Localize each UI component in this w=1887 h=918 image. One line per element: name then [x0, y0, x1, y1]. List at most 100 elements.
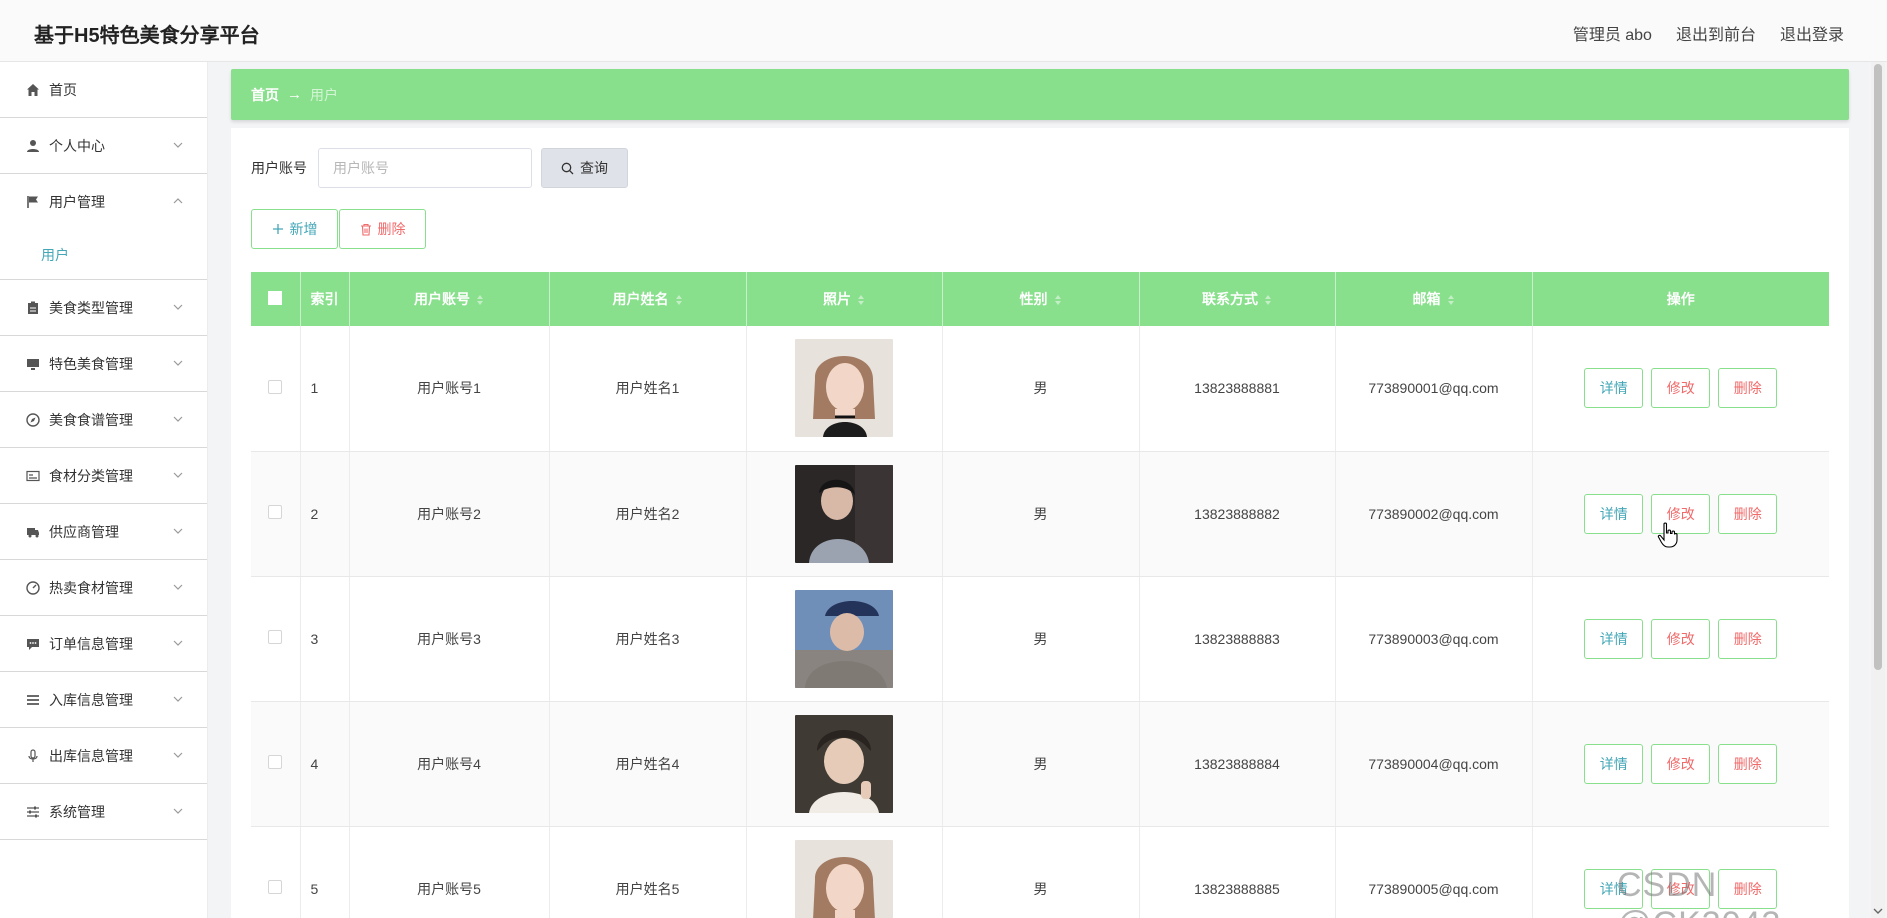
sidebar-item-label: 个人中心 [49, 137, 105, 154]
index-cell: 2 [300, 451, 350, 577]
search-icon [561, 162, 574, 174]
name-cell: 用户姓名2 [549, 451, 747, 577]
photo-cell [746, 451, 943, 577]
sidebar-item-supplier-management[interactable]: 供应商管理 [0, 504, 207, 560]
sort-icon[interactable] [857, 294, 865, 306]
chevron-down-icon [173, 416, 183, 422]
row-checkbox-cell[interactable] [251, 451, 301, 577]
sidebar-item-order-info-management[interactable]: 订单信息管理 [0, 616, 207, 672]
sidebar-item-label: 美食类型管理 [49, 299, 133, 316]
user-photo[interactable] [795, 339, 893, 438]
row-checkbox-cell[interactable] [251, 701, 301, 827]
detail-button[interactable]: 详情 [1584, 618, 1644, 659]
logout-link[interactable]: 退出登录 [1780, 21, 1844, 45]
user-photo[interactable] [795, 464, 893, 563]
sidebar-item-ingredient-category-management[interactable]: 食材分类管理 [0, 448, 207, 504]
main-content: 首页 → 用户 用户账号 查询 新增 删除 索引 用户账号 用户姓名 [231, 62, 1849, 918]
column-header[interactable]: 联系方式 [1139, 272, 1336, 326]
column-header[interactable]: 性别 [942, 272, 1140, 326]
add-button-label: 新增 [289, 221, 318, 237]
sidebar-item-inbound-info-management[interactable]: 入库信息管理 [0, 672, 207, 728]
row-checkbox[interactable] [268, 880, 283, 894]
edit-button[interactable]: 修改 [1651, 493, 1711, 534]
sort-icon[interactable] [476, 294, 484, 306]
delete-button[interactable]: 删除 [1718, 868, 1778, 909]
sidebar-item-user-management[interactable]: 用户管理 [0, 174, 207, 230]
breadcrumb-current: 用户 [310, 86, 338, 103]
sidebar-item-food-type-management[interactable]: 美食类型管理 [0, 280, 207, 336]
bulk-delete-button-label: 删除 [377, 221, 406, 237]
email-cell: 773890005@qq.com [1335, 826, 1533, 918]
sort-icon[interactable] [1264, 294, 1272, 306]
sort-icon[interactable] [675, 294, 683, 306]
row-checkbox[interactable] [268, 755, 283, 769]
gender-cell: 男 [942, 826, 1140, 918]
delete-button[interactable]: 删除 [1718, 618, 1778, 659]
search-input[interactable] [318, 148, 532, 188]
page-scrollbar[interactable] [1871, 62, 1885, 918]
table-row: 3 用户账号3 用户姓名3 男 13823888883 773890003@qq… [251, 576, 1829, 702]
chat-icon [25, 636, 41, 652]
row-checkbox-cell[interactable] [251, 326, 301, 452]
chevron-down-icon [173, 696, 183, 702]
monitor-icon [25, 356, 41, 372]
name-cell: 用户姓名1 [549, 326, 747, 452]
detail-button[interactable]: 详情 [1584, 368, 1644, 409]
user-icon [25, 138, 41, 154]
sidebar-item-hot-ingredient-management[interactable]: 热卖食材管理 [0, 560, 207, 616]
account-cell: 用户账号3 [349, 576, 550, 702]
trash-icon [360, 223, 371, 236]
breadcrumb-home[interactable]: 首页 [251, 85, 279, 105]
edit-button[interactable]: 修改 [1651, 618, 1711, 659]
column-header[interactable]: 用户姓名 [549, 272, 747, 326]
sort-icon[interactable] [1054, 294, 1062, 306]
scroll-down-arrow-icon[interactable] [1873, 906, 1883, 916]
user-photo[interactable] [795, 839, 893, 918]
column-header[interactable]: 用户账号 [349, 272, 550, 326]
add-button[interactable]: 新增 [251, 209, 338, 249]
row-checkbox[interactable] [268, 379, 283, 394]
sidebar-item-personal-center[interactable]: 个人中心 [0, 118, 207, 174]
actions-cell: 详情 修改 删除 [1532, 701, 1829, 827]
scrollbar-thumb[interactable] [1874, 64, 1882, 670]
admin-user-label[interactable]: 管理员 abo [1573, 21, 1652, 45]
edit-button[interactable]: 修改 [1651, 868, 1711, 909]
sidebar-item-home[interactable]: 首页 [0, 62, 207, 118]
select-all-header[interactable] [251, 272, 301, 326]
column-header[interactable]: 邮箱 [1335, 272, 1533, 326]
user-photo[interactable] [795, 589, 893, 688]
delete-button[interactable]: 删除 [1718, 493, 1778, 534]
row-checkbox[interactable] [268, 505, 283, 519]
detail-button[interactable]: 详情 [1584, 493, 1644, 534]
detail-button[interactable]: 详情 [1584, 868, 1644, 909]
name-cell: 用户姓名3 [549, 576, 747, 702]
gender-cell: 男 [942, 326, 1140, 452]
user-photo[interactable] [795, 714, 893, 813]
phone-cell: 13823888882 [1139, 451, 1336, 577]
edit-button[interactable]: 修改 [1651, 368, 1711, 409]
select-all-checkbox[interactable] [268, 290, 283, 305]
row-checkbox-cell[interactable] [251, 826, 301, 918]
sidebar-item-system-management[interactable]: 系统管理 [0, 784, 207, 840]
sort-icon[interactable] [1447, 294, 1455, 306]
column-header[interactable]: 照片 [746, 272, 943, 326]
row-checkbox[interactable] [268, 630, 283, 644]
edit-button[interactable]: 修改 [1651, 743, 1711, 784]
sidebar-item-recipe-management[interactable]: 美食食谱管理 [0, 392, 207, 448]
sidebar-item-specialty-food-management[interactable]: 特色美食管理 [0, 336, 207, 392]
row-checkbox-cell[interactable] [251, 576, 301, 702]
sidebar-subitem-user[interactable]: 用户 [0, 230, 207, 280]
search-button[interactable]: 查询 [541, 148, 628, 188]
email-cell: 773890003@qq.com [1335, 576, 1533, 702]
bulk-delete-button[interactable]: 删除 [339, 209, 426, 249]
sidebar-item-label: 供应商管理 [49, 523, 119, 540]
back-to-frontend-link[interactable]: 退出到前台 [1676, 21, 1756, 45]
delete-button[interactable]: 删除 [1718, 368, 1778, 409]
sidebar-item-outbound-info-management[interactable]: 出库信息管理 [0, 728, 207, 784]
flag-icon [25, 194, 41, 210]
detail-button[interactable]: 详情 [1584, 743, 1644, 784]
index-cell: 1 [300, 326, 350, 452]
photo-cell [746, 576, 943, 702]
top-bar: 基于H5特色美食分享平台 管理员 abo 退出到前台 退出登录 [0, 0, 1887, 62]
delete-button[interactable]: 删除 [1718, 743, 1778, 784]
